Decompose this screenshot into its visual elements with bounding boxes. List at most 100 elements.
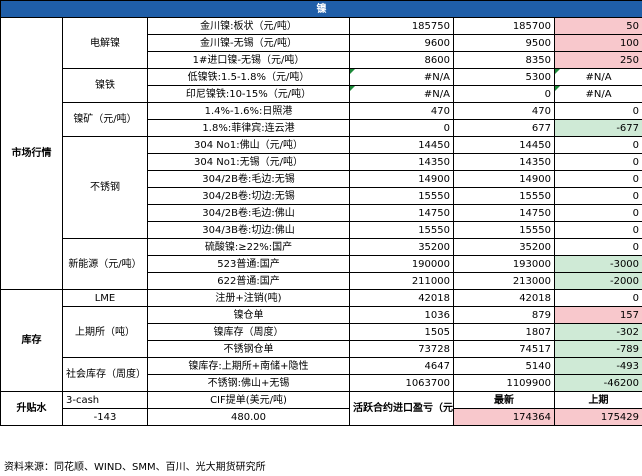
row-latest: 211000	[349, 272, 454, 290]
row-change: -677	[553, 119, 642, 137]
row-change: 0	[553, 204, 642, 222]
row-item: 304/2B卷:切边:无锡	[147, 187, 350, 205]
row-previous: 8350	[453, 51, 555, 69]
row-change: -789	[553, 340, 642, 358]
row-change: 0	[553, 102, 642, 120]
row-change: 0	[553, 238, 642, 256]
row-previous: 42018	[453, 289, 555, 307]
row-item: 622普通:国产	[147, 272, 350, 290]
row-previous: 470	[453, 102, 555, 120]
table-row: 上期所（吨） 镍仓单 1036 879 157	[1, 306, 642, 358]
row-item: 1.4%-1.6%:日照港	[147, 102, 350, 120]
nickel-data-sheet: 镍 市场行情 电解镍 金川镍:板状（元/吨） 185750 185700 50 …	[0, 0, 642, 476]
row-change: 250	[553, 51, 642, 69]
row-latest: 14750	[349, 204, 454, 222]
premium-label-cif: CIF提单(美元/吨)	[147, 391, 350, 409]
row-change: 100	[553, 34, 642, 52]
row-item: 注册+注销(吨)	[147, 289, 350, 307]
row-latest: 14900	[349, 170, 454, 188]
table-row: 镍铁 低镍铁:1.5-1.8%（元/吨） #N/A 5300 #N/A	[1, 68, 642, 103]
import-profit-label: 活跃合约进口盈亏（元/吨）	[349, 391, 454, 426]
table-row: 镍矿（元/吨） 1.4%-1.6%:日照港 470 470 0	[1, 102, 642, 137]
row-change: 157	[553, 306, 642, 324]
premium-cif-value: 480.00	[147, 408, 350, 426]
row-previous: 15550	[453, 221, 555, 239]
row-item: 304 No1:无锡（元/吨）	[147, 153, 350, 171]
section-premium: 升贴水	[0, 391, 63, 426]
table-row: 新能源（元/吨） 硫酸镍:≥22%:国产 35200 35200 0	[1, 238, 642, 290]
group-lme: LME	[62, 289, 148, 307]
table-row: 市场行情 电解镍 金川镍:板状（元/吨） 185750 185700 50	[0, 17, 642, 290]
row-latest: 15550	[349, 187, 454, 205]
row-item: 1#进口镍-无锡（元/吨）	[147, 51, 350, 69]
row-item: 304 No1:佛山（元/吨）	[147, 136, 350, 154]
row-latest: 0	[349, 119, 454, 137]
row-previous: 213000	[453, 272, 555, 290]
premium-label-3cash: 3-cash	[62, 391, 148, 409]
group-social: 社会库存（周度）	[62, 357, 148, 392]
section-market: 市场行情	[0, 17, 63, 290]
row-latest: 9600	[349, 34, 454, 52]
row-change: 0	[553, 153, 642, 171]
row-previous: 185700	[453, 17, 555, 35]
row-previous: 9500	[453, 34, 555, 52]
previous-header: 上期	[553, 391, 642, 409]
row-previous: 35200	[453, 238, 555, 256]
row-previous: 5140	[453, 357, 555, 375]
table-row: 社会库存（周度） 镍库存:上期所+南储+隐性 4647 5140 -493	[1, 357, 642, 392]
row-change: #N/A	[553, 68, 642, 86]
import-profit-latest: 174364	[453, 408, 555, 426]
source-footnote: 资料来源：同花顺、WIND、SMM、百川、光大期货研究所	[4, 462, 266, 473]
row-previous: 677	[453, 119, 555, 137]
row-change: -302	[553, 323, 642, 341]
row-item: 印尼镍铁:10-15%（元/吨）	[147, 85, 350, 103]
row-change: 0	[553, 221, 642, 239]
group-ferronickel: 镍铁	[62, 68, 148, 103]
row-previous: 74517	[453, 340, 555, 358]
row-change: 0	[553, 136, 642, 154]
table-title: 镍	[0, 0, 642, 18]
row-item: 低镍铁:1.5-1.8%（元/吨）	[147, 68, 350, 86]
row-item: 镍仓单	[147, 306, 350, 324]
table-row: 不锈钢 304 No1:佛山（元/吨） 14450 14450 0	[1, 136, 642, 239]
row-latest: 14450	[349, 136, 454, 154]
row-latest: 73728	[349, 340, 454, 358]
group-stainless: 不锈钢	[62, 136, 148, 239]
row-change: #N/A	[553, 85, 642, 103]
row-previous: 14350	[453, 153, 555, 171]
nickel-table: 镍 市场行情 电解镍 金川镍:板状（元/吨） 185750 185700 50 …	[0, 0, 642, 426]
row-previous: 0	[453, 85, 555, 103]
row-latest: 42018	[349, 289, 454, 307]
row-item: 硫酸镍:≥22%:国产	[147, 238, 350, 256]
table-row: 升贴水 3-cash CIF提单(美元/吨) 活跃合约进口盈亏（元/吨） 最新 …	[0, 391, 642, 426]
row-change: -3000	[553, 255, 642, 273]
table-row: -143 480.00 174364 175429	[1, 408, 642, 426]
row-latest: 1505	[349, 323, 454, 341]
premium-3cash-value: -143	[62, 408, 148, 426]
import-profit-previous: 175429	[553, 408, 642, 426]
row-latest: 1036	[349, 306, 454, 324]
row-latest: #N/A	[349, 68, 454, 86]
row-previous: 15550	[453, 187, 555, 205]
row-latest: 15550	[349, 221, 454, 239]
row-item: 不锈钢:佛山+无锡	[147, 374, 350, 392]
row-item: 523普通:国产	[147, 255, 350, 273]
row-previous: 14450	[453, 136, 555, 154]
row-latest: 14350	[349, 153, 454, 171]
group-new-energy: 新能源（元/吨）	[62, 238, 148, 290]
row-change: -493	[553, 357, 642, 375]
row-change: -2000	[553, 272, 642, 290]
row-latest: 190000	[349, 255, 454, 273]
table-row: 库存 LME 注册+注销(吨) 42018 42018 0	[0, 289, 642, 392]
group-electrolytic: 电解镍	[62, 17, 148, 69]
row-item: 304/3B卷:切边:佛山	[147, 221, 350, 239]
row-item: 1.8%:菲律宾:连云港	[147, 119, 350, 137]
row-previous: 14900	[453, 170, 555, 188]
row-item: 金川镍:板状（元/吨）	[147, 17, 350, 35]
row-latest: 470	[349, 102, 454, 120]
row-previous: 879	[453, 306, 555, 324]
row-latest: 1063700	[349, 374, 454, 392]
latest-header: 最新	[453, 391, 555, 409]
row-previous: 5300	[453, 68, 555, 86]
row-change: -46200	[553, 374, 642, 392]
